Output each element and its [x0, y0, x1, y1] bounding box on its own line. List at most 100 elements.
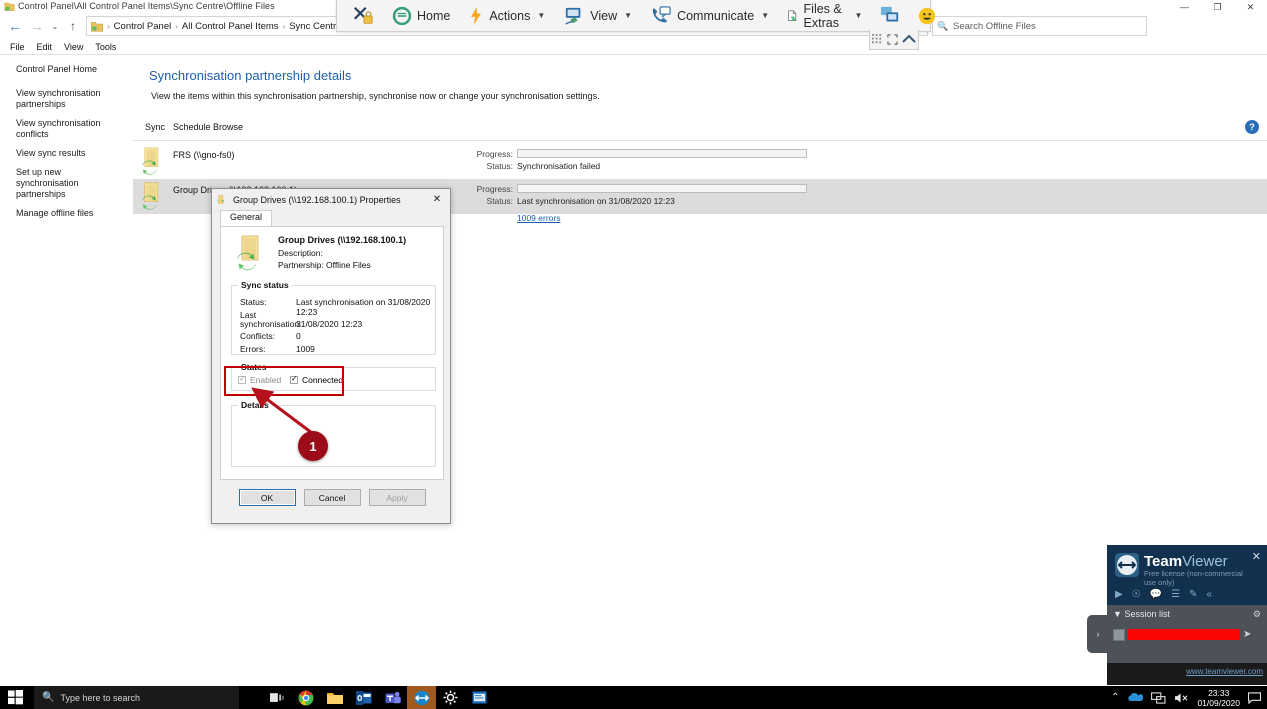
progress-row: Progress: — [473, 183, 1153, 194]
tv-home-button[interactable]: Home — [383, 1, 459, 31]
smiley-icon — [919, 7, 936, 24]
last-sync-value: 31/08/2020 12:23 — [296, 319, 363, 329]
states-group-label: States — [238, 362, 270, 372]
tv-screens-button[interactable] — [871, 1, 909, 31]
sidebar-item-view-sync-results[interactable]: View sync results — [16, 148, 126, 159]
nav-arrow-group: ← → ⌄ ↑ — [0, 15, 84, 37]
search-input[interactable]: Search Offline Files — [953, 21, 1036, 32]
help-icon[interactable]: ? — [1245, 120, 1259, 134]
teamviewer-license-text: Free license (non-commercial use only) — [1144, 569, 1243, 587]
ok-button[interactable]: OK — [238, 489, 296, 506]
forward-icon[interactable]: → — [26, 15, 48, 37]
network-icon[interactable] — [1151, 691, 1166, 704]
status-row: Status: Last synchronisation on 31/08/20… — [473, 196, 1153, 206]
gear-icon[interactable]: ⚙ — [1253, 609, 1261, 620]
states-group: States Enabled Connected — [231, 362, 436, 391]
sidebar-item-manage-offline-files[interactable]: Manage offline files — [16, 208, 126, 219]
system-tray: ⌃ 23:33 01/09/2020 — [1111, 686, 1267, 709]
connected-checkbox[interactable] — [290, 374, 298, 384]
outlook-icon[interactable] — [349, 686, 378, 709]
menu-tools[interactable]: Tools — [89, 42, 122, 52]
teamviewer-url-link[interactable]: www.teamviewer.com — [1186, 667, 1263, 676]
file-explorer-icon[interactable] — [320, 686, 349, 709]
tab-browse[interactable]: Browse — [213, 122, 243, 132]
menu-edit[interactable]: Edit — [31, 42, 59, 52]
onedrive-icon[interactable] — [1127, 692, 1144, 703]
sync-folder-icon — [141, 182, 159, 210]
windows-taskbar: 🔍 Type here to search ⌃ 23:33 01/09/2020 — [0, 686, 1267, 709]
volume-muted-icon[interactable] — [1174, 692, 1189, 704]
notes-icon[interactable]: ☰ — [1171, 589, 1180, 600]
tab-general[interactable]: General — [220, 210, 273, 226]
clock-date: 01/09/2020 — [1197, 697, 1240, 708]
errors-value: 1009 — [296, 344, 315, 354]
progress-row: Progress: — [473, 148, 1153, 159]
tab-sync[interactable]: Sync — [145, 122, 165, 132]
sidebar: Control Panel Home View synchronisation … — [0, 56, 133, 688]
session-list-header[interactable]: ▼ Session list — [1113, 609, 1170, 619]
cancel-button[interactable]: Cancel — [303, 489, 361, 506]
enabled-checkbox[interactable] — [238, 374, 246, 384]
session-entry[interactable]: ➤ — [1113, 627, 1261, 642]
teams-icon[interactable] — [378, 686, 407, 709]
tv-close-connection-button[interactable] — [343, 1, 383, 31]
monitor-icon — [565, 7, 581, 25]
breadcrumb-item-0[interactable]: Control Panel — [111, 21, 175, 32]
up-icon[interactable]: ↑ — [62, 15, 84, 37]
tv-communicate-label: Communicate — [677, 8, 755, 23]
dialog-status-label: Status: — [240, 297, 267, 307]
sidebar-item-view-sync-partnerships[interactable]: View synchronisation partnerships — [16, 88, 126, 110]
sticky-notes-icon[interactable] — [465, 686, 494, 709]
fullscreen-icon[interactable] — [887, 34, 898, 45]
tv-files-extras-button[interactable]: Files & Extras ▼ — [778, 1, 871, 31]
tv-smiley-button[interactable] — [909, 1, 945, 31]
close-button[interactable]: ✕ — [1234, 0, 1267, 14]
taskbar-clock[interactable]: 23:33 01/09/2020 — [1197, 688, 1240, 708]
chat-icon[interactable]: 💬 — [1150, 589, 1162, 600]
windows-icon[interactable] — [8, 690, 23, 705]
tv-communicate-button[interactable]: Communicate ▼ — [641, 1, 778, 31]
chrome-icon[interactable] — [291, 686, 320, 709]
taskbar-search-placeholder: Type here to search — [60, 692, 140, 703]
headset-icon[interactable]: ☉ — [1132, 589, 1141, 600]
breadcrumb-item-1[interactable]: All Control Panel Items — [179, 21, 282, 32]
sidebar-item-control-panel-home[interactable]: Control Panel Home — [16, 64, 126, 75]
notification-icon[interactable] — [1248, 691, 1261, 704]
chevron-up-icon[interactable]: ⌃ — [1111, 692, 1119, 703]
tv-actions-button[interactable]: Actions ▼ — [459, 1, 554, 31]
recent-locations-icon[interactable]: ⌄ — [48, 15, 62, 37]
taskbar-search[interactable]: 🔍 Type here to search — [34, 686, 239, 709]
connected-checkbox-row[interactable]: Connected — [290, 374, 343, 385]
errors-link[interactable]: 1009 errors — [517, 213, 560, 223]
video-icon[interactable]: ▶ — [1115, 589, 1123, 600]
settings-icon[interactable] — [436, 686, 465, 709]
table-row[interactable]: FRS (\\gno-fs0) Progress: Status: Synchr… — [133, 144, 1267, 188]
maximize-button[interactable]: ❐ — [1201, 0, 1234, 14]
dialog-tab-strip: General — [220, 210, 442, 226]
menu-file[interactable]: File — [4, 42, 31, 52]
search-box[interactable]: 🔍 Search Offline Files — [932, 16, 1147, 36]
back-icon[interactable]: ← — [4, 15, 26, 37]
file-puzzle-icon — [788, 9, 797, 21]
collapse-icon[interactable]: « — [1206, 589, 1212, 600]
chevron-up-icon[interactable] — [902, 34, 916, 45]
enabled-checkbox-row[interactable]: Enabled — [238, 374, 281, 385]
sidebar-item-view-sync-conflicts[interactable]: View synchronisation conflicts — [16, 118, 126, 140]
tab-schedule[interactable]: Schedule — [173, 122, 211, 132]
teamviewer-icon[interactable] — [407, 686, 436, 709]
whiteboard-icon[interactable]: ✎ — [1189, 589, 1197, 600]
description-label: Description: — [278, 248, 323, 258]
sidebar-item-setup-new-partnerships[interactable]: Set up new synchronisation partnerships — [16, 167, 126, 200]
tv-view-button[interactable]: View ▼ — [554, 1, 641, 31]
window-controls: — ❐ ✕ — [1168, 0, 1267, 14]
teamviewer-close-icon[interactable]: ✕ — [1252, 550, 1261, 563]
menu-view[interactable]: View — [58, 42, 89, 52]
minimize-button[interactable]: — — [1168, 0, 1201, 14]
grid-icon[interactable] — [872, 34, 883, 45]
teamviewer-panel-expander[interactable]: › — [1087, 615, 1109, 653]
breadcrumb-folder-icon — [91, 21, 103, 32]
task-view-icon[interactable] — [262, 686, 291, 709]
progress-bar — [517, 184, 807, 193]
dialog-close-icon[interactable]: ✕ — [424, 189, 450, 210]
properties-dialog: Group Drives (\\192.168.100.1) Propertie… — [211, 188, 451, 524]
